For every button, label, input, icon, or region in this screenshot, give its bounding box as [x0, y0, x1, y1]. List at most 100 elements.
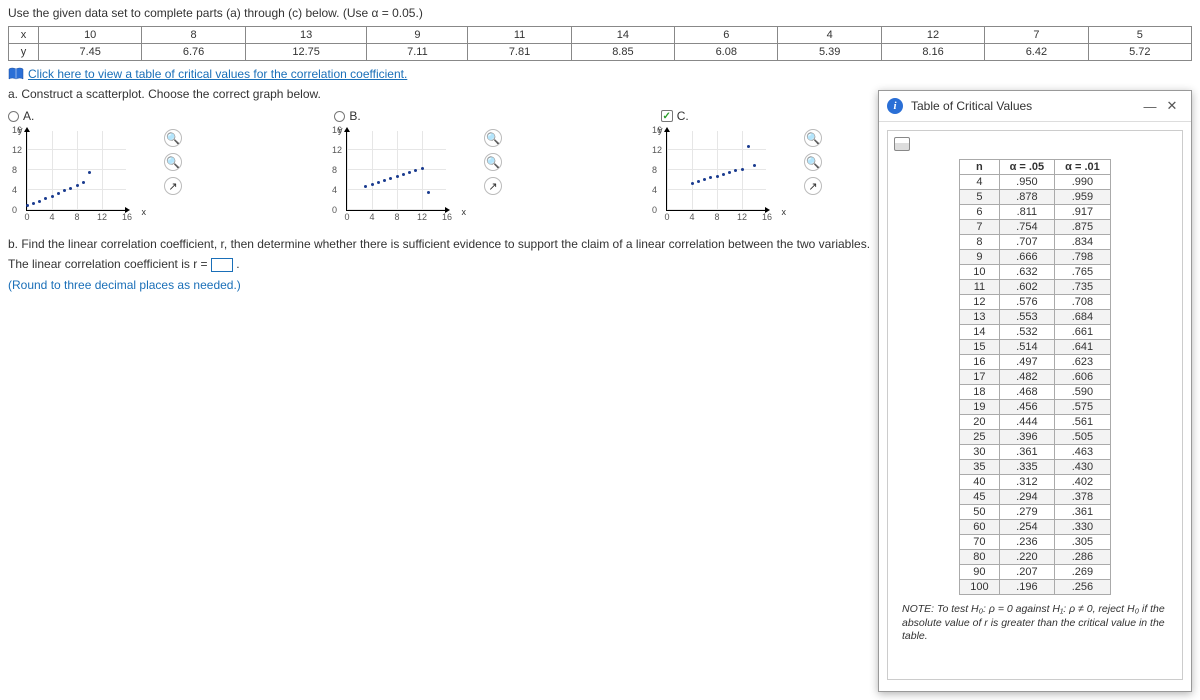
zoom-in-icon[interactable]: 🔍: [164, 129, 182, 147]
cell: 30: [960, 445, 999, 460]
cell: .361: [999, 445, 1055, 460]
data-point: [69, 187, 72, 190]
table-row: 14.532.661: [960, 325, 1111, 340]
table-row: 9.666.798: [960, 250, 1111, 265]
table-row: 15.514.641: [960, 340, 1111, 355]
cell: 14: [960, 325, 999, 340]
cell: .402: [1055, 475, 1111, 490]
table-row: 70.236.305: [960, 535, 1111, 550]
data-point: [709, 176, 712, 179]
cell: .623: [1055, 355, 1111, 370]
zoom-in-icon[interactable]: 🔍: [484, 129, 502, 147]
data-point: [414, 169, 417, 172]
radio-option-b[interactable]: [334, 111, 345, 122]
table-row: 20.444.561: [960, 415, 1111, 430]
cell: .735: [1055, 280, 1111, 295]
cell: 6.76: [142, 44, 245, 61]
cell: .196: [999, 580, 1055, 595]
table-note: NOTE: To test H₀: ρ = 0 against H₁: ρ ≠ …: [894, 599, 1176, 644]
critical-values-link[interactable]: Click here to view a table of critical v…: [28, 67, 407, 81]
cell: .396: [999, 430, 1055, 445]
cell: .553: [999, 310, 1055, 325]
data-point: [26, 204, 29, 207]
cell: 4: [960, 175, 999, 190]
cell: .294: [999, 490, 1055, 505]
cell: 19: [960, 400, 999, 415]
cell: .505: [1055, 430, 1111, 445]
cell: .463: [1055, 445, 1111, 460]
table-row: 10.632.765: [960, 265, 1111, 280]
data-point: [703, 178, 706, 181]
zoom-out-icon[interactable]: 🔍: [164, 153, 182, 171]
r-input[interactable]: [211, 258, 233, 272]
table-row: 35.335.430: [960, 460, 1111, 475]
data-point: [389, 177, 392, 180]
table-row: 19.456.575: [960, 400, 1111, 415]
close-button[interactable]: ✕: [1161, 97, 1183, 115]
cell: .575: [1055, 400, 1111, 415]
zoom-in-icon[interactable]: 🔍: [804, 129, 822, 147]
cell: 12.75: [245, 44, 367, 61]
cell: 15: [960, 340, 999, 355]
cell: .661: [1055, 325, 1111, 340]
cell: 16: [960, 355, 999, 370]
cell: .811: [999, 205, 1055, 220]
cell: 13: [245, 27, 367, 44]
cell: 6.08: [675, 44, 778, 61]
question-intro: Use the given data set to complete parts…: [8, 6, 1192, 20]
minimize-button[interactable]: —: [1139, 97, 1161, 115]
open-icon[interactable]: ↗: [484, 177, 502, 195]
cell: .606: [1055, 370, 1111, 385]
zoom-out-icon[interactable]: 🔍: [484, 153, 502, 171]
option-a-label: A.: [23, 109, 34, 123]
radio-option-c-correct[interactable]: ✓: [661, 110, 673, 122]
book-icon: [8, 67, 24, 81]
x-axis-label: x: [462, 207, 467, 217]
cell: 7: [985, 27, 1088, 44]
cell: .798: [1055, 250, 1111, 265]
table-row: 80.220.286: [960, 550, 1111, 565]
print-icon[interactable]: [894, 137, 910, 151]
cell: .561: [1055, 415, 1111, 430]
zoom-out-icon[interactable]: 🔍: [804, 153, 822, 171]
cell: .514: [999, 340, 1055, 355]
scatterplot-c: y 16128400481216 x 🔍 🔍 ↗: [648, 127, 778, 227]
cell: .576: [999, 295, 1055, 310]
cell: 5.72: [1088, 44, 1191, 61]
cell: .361: [1055, 505, 1111, 520]
cell: 8.16: [881, 44, 984, 61]
cell: .666: [999, 250, 1055, 265]
cell: .532: [999, 325, 1055, 340]
cell: .254: [999, 520, 1055, 535]
cell: 6: [960, 205, 999, 220]
data-point: [427, 191, 430, 194]
data-point: [38, 200, 41, 203]
cell: .269: [1055, 565, 1111, 580]
data-point: [377, 181, 380, 184]
table-row: 5.878.959: [960, 190, 1111, 205]
table-row: 13.553.684: [960, 310, 1111, 325]
open-icon[interactable]: ↗: [804, 177, 822, 195]
col-n: n: [960, 160, 999, 175]
scatterplot-a: y 16128400481216 x 🔍 🔍 ↗: [8, 127, 138, 227]
cell: .256: [1055, 580, 1111, 595]
data-point: [753, 164, 756, 167]
cell: .950: [999, 175, 1055, 190]
open-icon[interactable]: ↗: [164, 177, 182, 195]
data-point: [88, 171, 91, 174]
data-point: [716, 175, 719, 178]
cell: .602: [999, 280, 1055, 295]
data-point: [734, 169, 737, 172]
critical-values-popup: i Table of Critical Values — ✕ n α = .05…: [878, 90, 1192, 692]
data-point: [51, 195, 54, 198]
table-row: 7.754.875: [960, 220, 1111, 235]
cell: 80: [960, 550, 999, 565]
data-point: [32, 202, 35, 205]
cell: 6.42: [985, 44, 1088, 61]
radio-option-a[interactable]: [8, 111, 19, 122]
data-point: [364, 185, 367, 188]
table-row: 17.482.606: [960, 370, 1111, 385]
cell: .590: [1055, 385, 1111, 400]
cell: .330: [1055, 520, 1111, 535]
table-row: 30.361.463: [960, 445, 1111, 460]
